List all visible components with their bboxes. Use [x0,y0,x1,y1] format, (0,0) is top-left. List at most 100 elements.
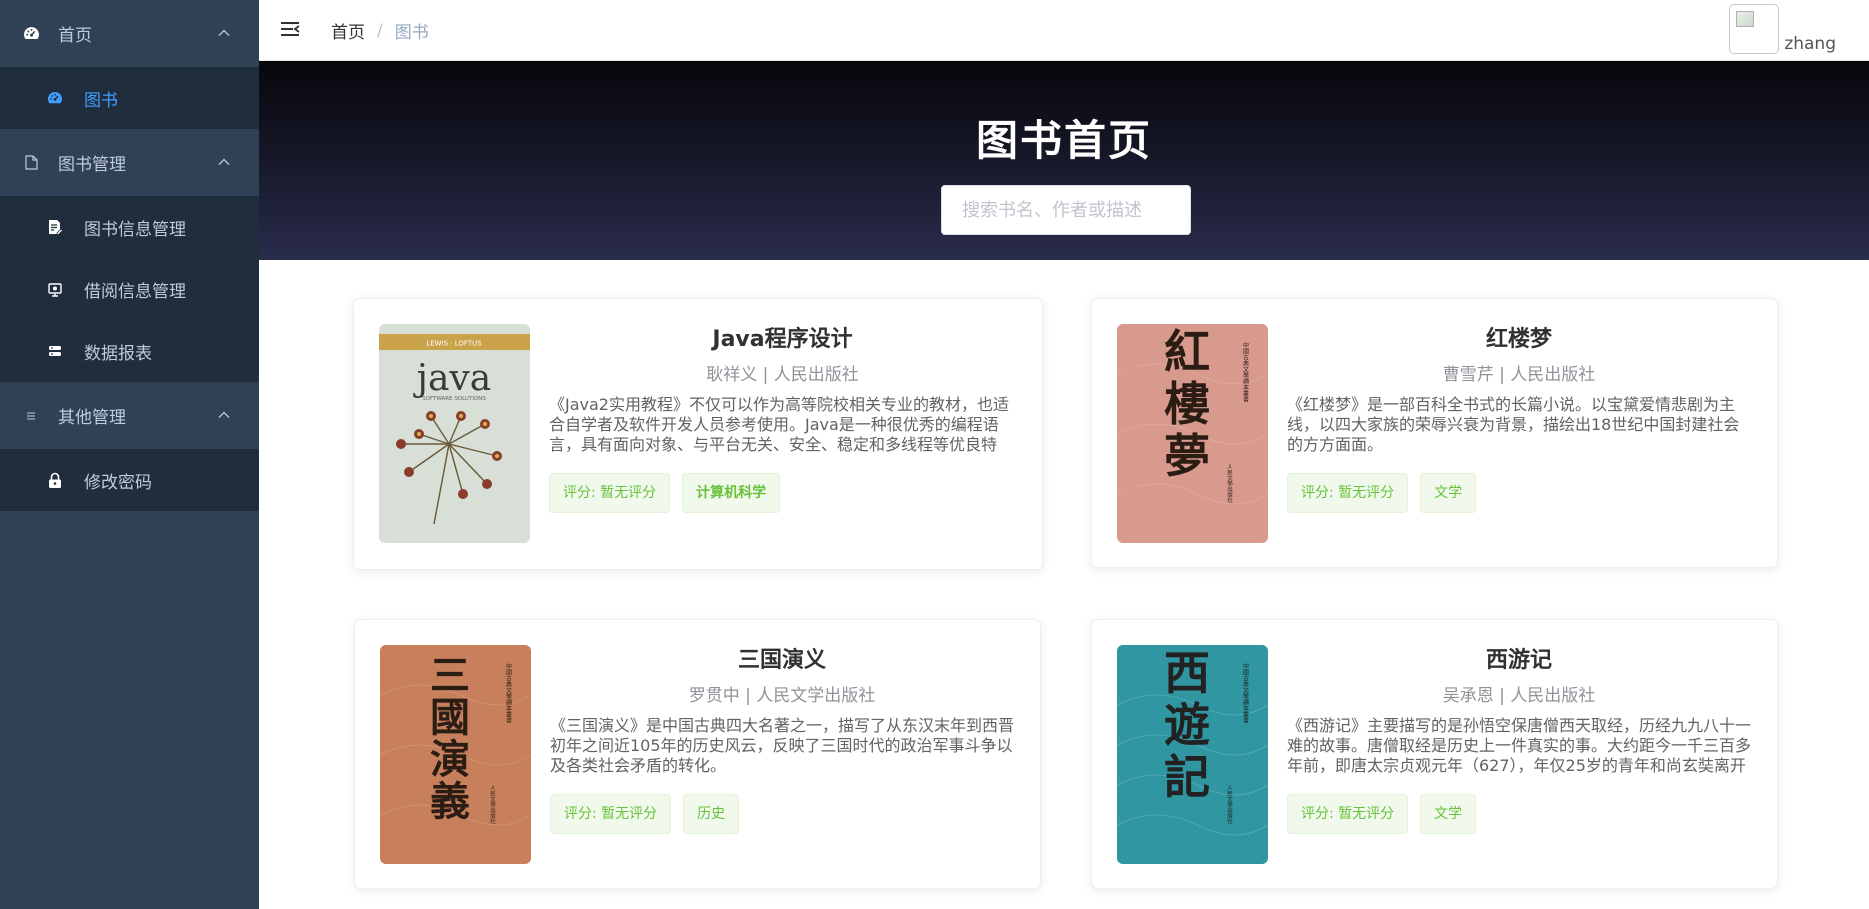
list-icon [22,407,40,425]
submenu-other-management: 修改密码 [0,449,259,511]
book-info: 三国演义 罗贯中 | 人民文学出版社 《三国演义》是中国古典四大名著之一，描写了… [550,642,1014,834]
search-input[interactable] [941,185,1191,235]
book-description: 《Java2实用教程》不仅可以作为高等院校相关专业的教材，也适合自学者及软件开发… [549,395,1009,454]
cover-calligraphy-char: 夢 [1164,429,1210,483]
chevron-up-icon [218,29,230,36]
book-card[interactable]: 西遊記 中國古典文學讀本叢書 人民文學出版社 西游记 吴承恩 | 人民出版社 《… [1091,619,1778,889]
sidebar-item-label: 数据报表 [84,343,152,364]
menu-group-home: 首页 图书 [0,0,259,129]
sidebar-item-books[interactable]: 图书 [0,67,259,129]
avatar[interactable] [1729,4,1780,54]
cover-calligraphy-char: 遊 [1164,698,1210,752]
book-cover-image: 紅樓夢 中國古典文學讀本叢書 人民文學出版社 [1117,324,1268,543]
breadcrumb-separator: / [377,20,383,41]
sidebar-item-label: 借阅信息管理 [84,281,186,302]
book-edit-icon [46,219,63,236]
sidebar-item-label: 图书 [84,90,118,111]
cover-calligraphy-char: 三 [430,652,470,699]
cover-publisher-text: 人民文學出版社 [489,785,496,825]
document-icon [22,154,40,172]
rating-tag: 评分: 暂无评分 [549,473,671,513]
book-info: 红楼梦 曹雪芹 | 人民出版社 《红楼梦》是一部百科全书式的长篇小说。以宝黛爱情… [1287,321,1751,513]
submenu-home: 图书 [0,67,259,129]
category-tag: 计算机科学 [682,473,781,513]
cover-title-text: java [413,358,491,399]
book-title[interactable]: Java程序设计 [549,321,1016,353]
book-description: 《西游记》主要描写的是孙悟空保唐僧西天取经，历经九九八十一难的故事。唐僧取经是历… [1287,716,1751,775]
book-cover[interactable]: 三國演義 中國古典文學讀本叢書 人民文學出版社 [380,645,531,864]
book-title[interactable]: 西游记 [1287,642,1751,674]
book-author-publisher: 罗贯中 | 人民文学出版社 [688,686,876,706]
dashboard-icon [22,25,40,43]
rating-tag: 评分: 暂无评分 [1287,473,1409,513]
submenu-book-management: 图书信息管理 借阅信息管理 数据报表 [0,196,259,382]
book-title[interactable]: 红楼梦 [1287,321,1751,353]
book-card[interactable]: 三國演義 中國古典文學讀本叢書 人民文學出版社 三国演义 罗贯中 | 人民文学出… [354,619,1041,889]
book-tags: 评分: 暂无评分 历史 [550,794,1014,834]
menu-title-other-management[interactable]: 其他管理 [0,382,259,449]
sidebar-item-change-password[interactable]: 修改密码 [0,449,259,511]
borrow-icon [46,281,63,298]
cover-publisher-text: 人民文學出版社 [1226,785,1233,825]
chart-icon [46,343,63,360]
book-author-publisher: 耿祥义 | 人民出版社 [706,365,859,385]
book-cover-image: LEWIS · LOFTUS java SOFTWARE SOLUTIONS [379,324,530,543]
chevron-up-icon [218,411,230,418]
book-description: 《三国演义》是中国古典四大名著之一，描写了从东汉末年到西晋初年之间近105年的历… [550,716,1014,775]
book-info: 西游记 吴承恩 | 人民出版社 《西游记》主要描写的是孙悟空保唐僧西天取经，历经… [1287,642,1751,834]
cover-series-text: 中國古典文學讀本叢書 [1242,341,1249,403]
menu-title-book-management[interactable]: 图书管理 [0,129,259,196]
book-cover[interactable]: 紅樓夢 中國古典文學讀本叢書 人民文學出版社 [1117,324,1268,543]
cover-calligraphy-char: 義 [430,778,470,825]
rating-tag: 评分: 暂无评分 [1287,794,1409,834]
username: zhang [1784,34,1836,54]
sidebar-item-borrow-info[interactable]: 借阅信息管理 [0,258,259,320]
sidebar-item-data-report[interactable]: 数据报表 [0,320,259,382]
category-tag: 文学 [1420,473,1477,513]
menu-title-label: 图书管理 [58,155,126,175]
book-author-publisher: 曹雪芹 | 人民出版社 [1442,365,1596,385]
book-cover[interactable]: LEWIS · LOFTUS java SOFTWARE SOLUTIONS [379,324,530,543]
user-menu[interactable]: zhang [1729,4,1836,54]
cover-calligraphy-char: 西 [1164,646,1210,700]
book-tags: 评分: 暂无评分 计算机科学 [549,473,1016,513]
sidebar-item-book-info[interactable]: 图书信息管理 [0,196,259,258]
menu-group-book-management: 图书管理 图书信息管理 借阅信息管理 数据报表 [0,129,259,382]
cover-series-text: 中國古典文學讀本叢書 [505,662,512,724]
cover-subtitle-text: SOFTWARE SOLUTIONS [422,396,486,402]
breadcrumb: 首页 / 图书 [331,18,429,44]
top-navbar: 首页 / 图书 zhang [259,0,1869,61]
hamburger-icon[interactable] [279,18,301,40]
book-cover-image: 西遊記 中國古典文學讀本叢書 人民文學出版社 [1117,645,1268,864]
sidebar-item-label: 图书信息管理 [84,219,186,240]
menu-title-label: 其他管理 [58,408,126,428]
cover-calligraphy-char: 演 [430,736,470,783]
rating-tag: 评分: 暂无评分 [550,794,672,834]
book-author-publisher: 吴承恩 | 人民出版社 [1442,686,1596,706]
lock-icon [46,472,63,489]
book-title[interactable]: 三国演义 [550,642,1014,674]
menu-group-other-management: 其他管理 修改密码 [0,382,259,511]
breadcrumb-home[interactable]: 首页 [331,18,365,43]
book-tags: 评分: 暂无评分 文学 [1287,794,1751,834]
book-cover-image: 三國演義 中國古典文學讀本叢書 人民文學出版社 [380,645,531,864]
chevron-up-icon [218,158,230,165]
cover-calligraphy-char: 紅 [1164,325,1210,379]
cover-calligraphy-char: 樓 [1164,377,1210,431]
cover-calligraphy-char: 國 [430,694,470,741]
sidebar: 首页 图书 图书管理 图书信息管理 借阅信息管理 数据报表 其他管理 修改密码 [0,0,259,909]
breadcrumb-current: 图书 [394,23,429,43]
menu-title-home[interactable]: 首页 [0,0,259,67]
category-tag: 文学 [1420,794,1477,834]
book-cover[interactable]: 西遊記 中國古典文學讀本叢書 人民文學出版社 [1117,645,1268,864]
category-tag: 历史 [683,794,740,834]
cover-publisher-text: 人民文學出版社 [1226,464,1233,504]
menu-title-label: 首页 [58,26,92,46]
cover-series-text: 中國古典文學讀本叢書 [1242,662,1249,724]
book-description: 《红楼梦》是一部百科全书式的长篇小说。以宝黛爱情悲剧为主线，以四大家族的荣辱兴衰… [1287,395,1740,454]
book-card[interactable]: LEWIS · LOFTUS java SOFTWARE SOLUTIONS J… [353,298,1043,570]
sidebar-item-label: 修改密码 [84,472,152,493]
cover-author-text: LEWIS · LOFTUS [426,340,482,348]
cover-calligraphy-char: 記 [1164,750,1210,804]
book-card[interactable]: 紅樓夢 中國古典文學讀本叢書 人民文學出版社 红楼梦 曹雪芹 | 人民出版社 《… [1091,298,1778,568]
